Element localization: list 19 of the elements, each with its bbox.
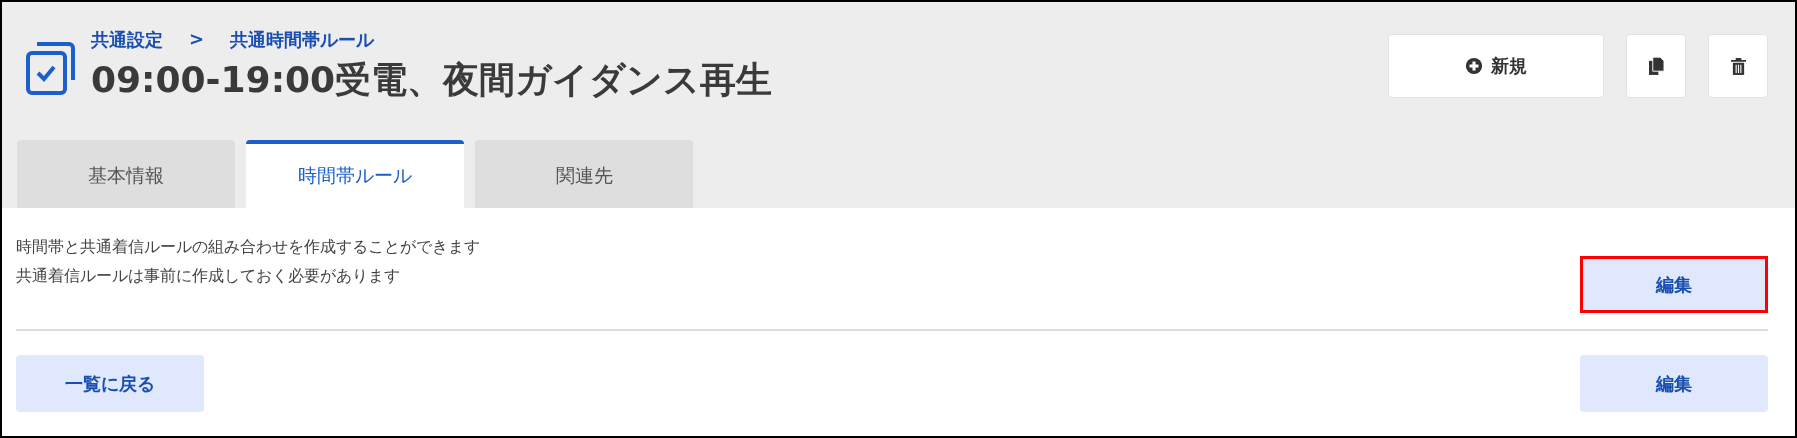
edit-button[interactable]: 編集 xyxy=(1580,355,1768,412)
copy-icon xyxy=(1648,56,1664,76)
tab[interactable]: 基本情報 xyxy=(17,140,235,208)
breadcrumb-separator: > xyxy=(189,28,205,51)
tab[interactable]: 関連先 xyxy=(475,140,693,208)
breadcrumb-link[interactable]: 共通設定 xyxy=(91,28,163,52)
delete-button[interactable] xyxy=(1708,34,1768,98)
new-button[interactable]: 新規 xyxy=(1388,34,1604,98)
description-text: 時間帯と共通着信ルールの組み合わせを作成することができます xyxy=(16,236,480,258)
checklist-icon xyxy=(25,40,77,96)
breadcrumb-link[interactable]: 共通時間帯ルール xyxy=(230,28,375,52)
edit-button[interactable]: 編集 xyxy=(1580,256,1768,313)
copy-button[interactable] xyxy=(1626,34,1686,98)
description-text: 共通着信ルールは事前に作成しておく必要があります xyxy=(16,265,401,287)
back-button[interactable]: 一覧に戻る xyxy=(16,355,204,412)
trash-icon xyxy=(1730,56,1746,76)
plus-circle-icon xyxy=(1465,57,1483,75)
tab[interactable]: 時間帯ルール xyxy=(246,140,464,208)
page-title: 09:00-19:00受電、夜間ガイダンス再生 xyxy=(91,58,774,102)
